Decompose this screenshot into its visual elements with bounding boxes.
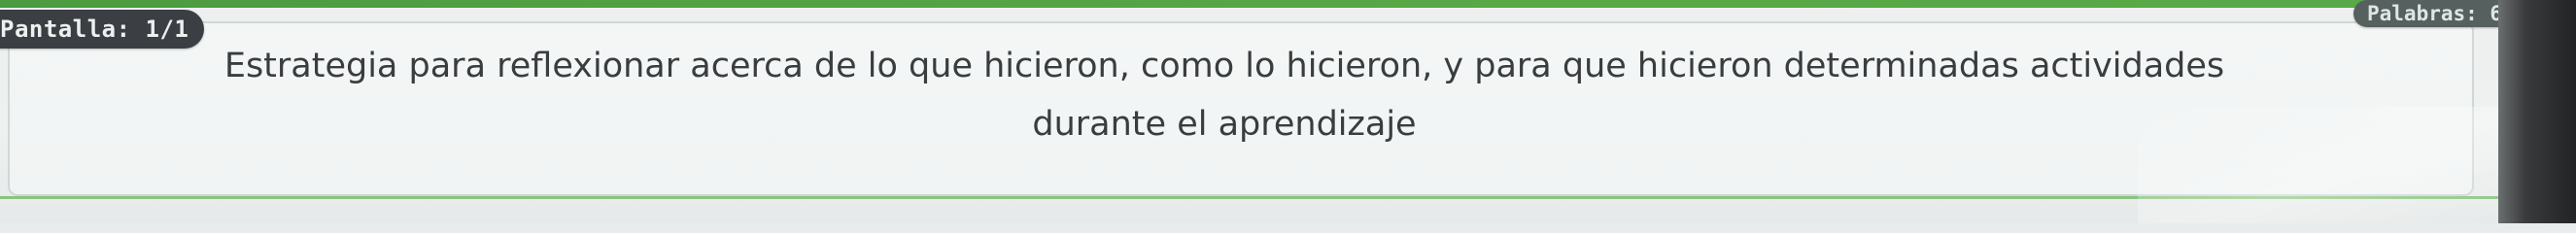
title-line-2: durante el aprendizaje — [1032, 105, 1417, 144]
monitor-bezel — [2498, 0, 2576, 223]
app-screen: Estrategia para reflexionar acerca de lo… — [0, 0, 2576, 223]
title-line-1: Estrategia para reflexionar acerca de lo… — [223, 47, 2225, 85]
page-title: Estrategia para reflexionar acerca de lo… — [39, 37, 2410, 153]
screen-counter-badge: Pantalla: 1/1 — [0, 10, 205, 49]
top-progress-bar — [0, 0, 2576, 8]
bottom-divider — [0, 196, 2576, 199]
